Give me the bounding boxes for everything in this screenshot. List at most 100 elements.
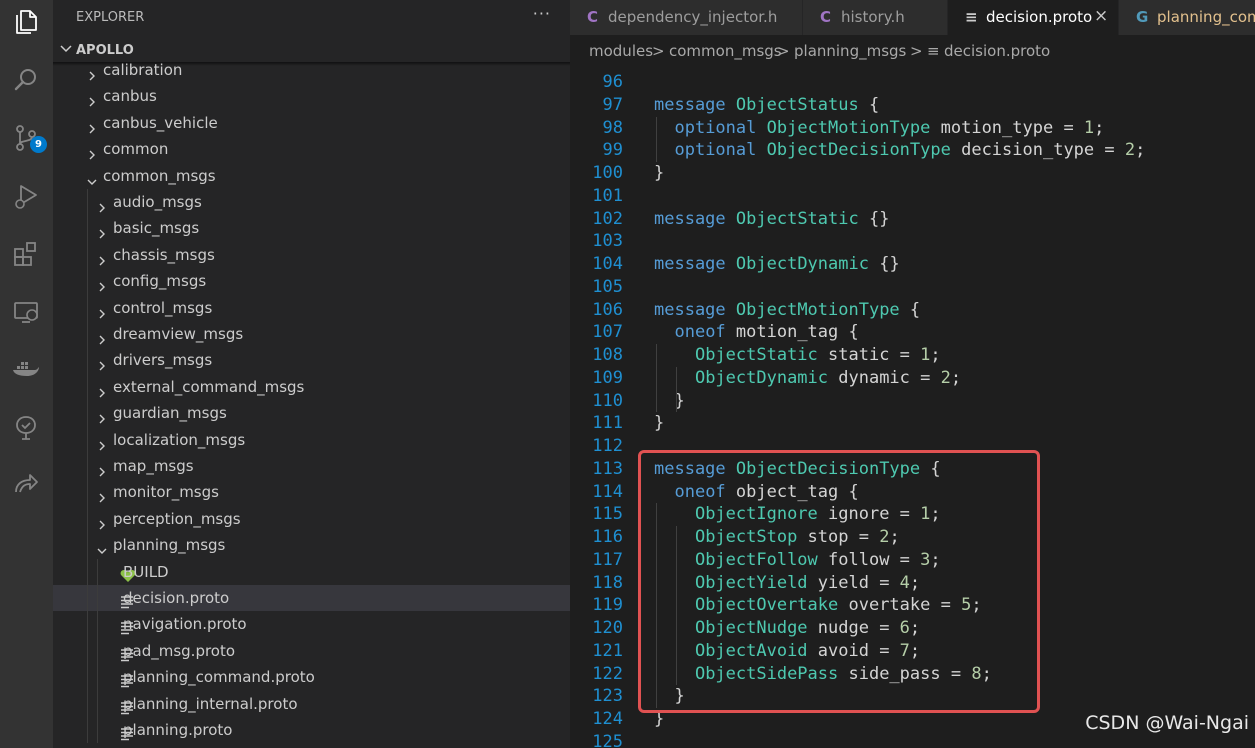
line-number: 118 <box>592 572 623 593</box>
code-token: 2 <box>1124 140 1136 161</box>
line-number: 121 <box>592 640 623 661</box>
file-navigation-proto[interactable]: navigation.proto <box>53 611 570 637</box>
line-number: 119 <box>592 595 623 616</box>
code-token: ObjectStatus <box>735 94 859 115</box>
tab-decision-proto[interactable]: ≡ decision.proto × <box>948 0 1119 35</box>
code-token: message <box>654 94 726 115</box>
code-token: {} <box>858 208 890 229</box>
folder-chassis-msgs[interactable]: chassis_msgs <box>53 242 570 268</box>
proto-file-icon: ≡ <box>927 42 940 60</box>
code-text: message ObjectStatic {} <box>654 208 889 231</box>
line-number: 97 <box>602 94 623 115</box>
breadcrumb-item[interactable]: decision.proto <box>944 42 1050 60</box>
code-text: ObjectStatic static = 1; <box>654 344 941 367</box>
folder-perception-msgs[interactable]: perception_msgs <box>53 506 570 532</box>
code-token: ObjectDynamic <box>694 367 829 388</box>
files-icon[interactable] <box>8 4 44 40</box>
indent-guide <box>97 558 98 744</box>
file-planning-internal-proto[interactable]: planning_internal.proto <box>53 691 570 717</box>
code-token: } <box>654 413 665 434</box>
run-debug-icon[interactable] <box>8 178 44 214</box>
file-planning-proto[interactable]: planning.proto <box>53 717 570 743</box>
folder-guardian-msgs[interactable]: guardian_msgs <box>53 400 570 426</box>
remote-explorer-icon[interactable] <box>8 294 44 330</box>
file-decision-proto[interactable]: decision.proto <box>53 585 570 611</box>
code-text: } <box>654 412 664 435</box>
breadcrumb-item[interactable]: planning_msgs <box>794 42 906 60</box>
folder-localization-msgs[interactable]: localization_msgs <box>53 427 570 453</box>
code-token: static = <box>817 345 921 365</box>
line-number: 109 <box>592 367 623 388</box>
breadcrumb: modules > common_msgs > planning_msgs > ≡ decis… <box>570 35 1255 67</box>
code-line: 100} <box>570 162 1255 185</box>
folder-dreamview-msgs[interactable]: dreamview_msgs <box>53 321 570 347</box>
folder-common-msgs[interactable]: common_msgs <box>53 163 570 189</box>
file-planning-command-proto[interactable]: planning_command.proto <box>53 664 570 690</box>
code-token: ; <box>1094 117 1105 138</box>
watermark: CSDN @Wai-Ngai <box>1085 712 1249 734</box>
breadcrumb-separator: > <box>910 42 923 60</box>
close-icon[interactable]: × <box>1094 6 1108 26</box>
folder-planning-msgs[interactable]: planning_msgs <box>53 532 570 558</box>
more-actions-icon[interactable]: ··· <box>533 4 551 23</box>
testing-icon[interactable] <box>8 410 44 446</box>
code-token: { <box>858 94 880 115</box>
tab-history-h[interactable]: Chistory.h <box>803 0 948 35</box>
code-token: optional <box>674 117 757 138</box>
code-token: oneof <box>674 322 726 343</box>
folder-canbus-vehicle[interactable]: canbus_vehicle <box>53 110 570 136</box>
file-pad-msg-proto[interactable]: pad_msg.proto <box>53 638 570 664</box>
breadcrumb-item[interactable]: common_msgs <box>669 42 782 60</box>
folder-external-command-msgs[interactable]: external_command_msgs <box>53 374 570 400</box>
tree-item-label: planning_command.proto <box>123 668 315 687</box>
code-token: {} <box>868 254 900 274</box>
code-token: message <box>654 208 726 229</box>
docker-icon[interactable] <box>8 352 44 388</box>
folder-audio-msgs[interactable]: audio_msgs <box>53 189 570 215</box>
line-number: 105 <box>592 276 623 297</box>
folder-control-msgs[interactable]: control_msgs <box>53 295 570 321</box>
code-token: 1 <box>920 345 931 365</box>
code-token: dynamic = <box>828 367 941 388</box>
proto-file-icon: ≡ <box>965 8 978 26</box>
line-number: 96 <box>602 72 623 92</box>
tree-item-label: audio_msgs <box>113 193 202 211</box>
folder-canbus[interactable]: canbus <box>53 83 570 109</box>
folder-basic-msgs[interactable]: basic_msgs <box>53 215 570 241</box>
code-line: 107 oneof motion_tag { <box>570 321 1255 344</box>
code-token: ; <box>930 345 941 365</box>
code-token: 1 <box>1083 117 1095 138</box>
code-line: 106 message ObjectMotionType { <box>570 299 1255 322</box>
line-number: 102 <box>592 208 623 229</box>
line-number: 125 <box>592 731 623 748</box>
code-line: 103 <box>570 230 1255 253</box>
tree-item-label: planning.proto <box>123 721 233 739</box>
code-token: ObjectMotionType <box>735 299 900 320</box>
folder-config-msgs[interactable]: config_msgs <box>53 268 570 294</box>
folder-map-msgs[interactable]: map_msgs <box>53 453 570 479</box>
code-token: ; <box>950 367 962 388</box>
folder-calibration[interactable]: calibration <box>53 57 570 83</box>
tab-dependency-injector-h[interactable]: Cdependency_injector.h <box>570 0 803 35</box>
explorer-sidebar: EXPLORER ··· APOLLO calibration canbus can… <box>53 0 570 748</box>
code-editor[interactable]: 96 97 message ObjectStatus {98 optional Ob… <box>570 67 1255 748</box>
breadcrumb-item[interactable]: modules <box>589 42 653 60</box>
tree-item-label: BUILD <box>123 562 169 581</box>
tab-planning-com[interactable]: Gplanning_com <box>1119 0 1255 35</box>
folder-monitor-msgs[interactable]: monitor_msgs <box>53 479 570 505</box>
folder-drivers-msgs[interactable]: drivers_msgs <box>53 347 570 373</box>
file-build[interactable]: BUILD <box>53 559 570 585</box>
line-number: 117 <box>592 549 623 570</box>
line-number: 124 <box>592 709 623 729</box>
source-control-icon[interactable]: 9 <box>8 120 47 156</box>
extensions-icon[interactable] <box>8 236 44 272</box>
live-share-icon[interactable] <box>8 466 44 502</box>
tree-item-label: calibration <box>103 61 183 79</box>
folder-common[interactable]: common <box>53 136 570 162</box>
line-number: 122 <box>592 663 623 684</box>
search-icon[interactable] <box>8 62 44 98</box>
